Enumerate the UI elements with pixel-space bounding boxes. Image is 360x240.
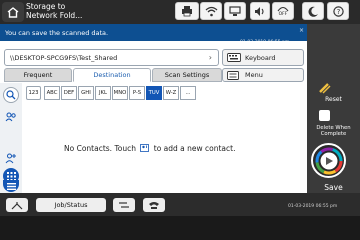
letter-tab-ghi[interactable]: GHI <box>78 86 94 100</box>
fax-icon <box>119 201 129 208</box>
letter-tab-def[interactable]: DEF <box>61 86 77 100</box>
home-button[interactable] <box>2 2 24 22</box>
help-icon: ? <box>332 5 344 17</box>
register-contact-icon <box>140 144 150 152</box>
volume-button[interactable] <box>250 2 270 20</box>
keyboard-label: Keyboard <box>245 53 276 62</box>
notice-message: You can save the scanned data. <box>5 29 109 37</box>
sleep-icon <box>308 6 318 17</box>
sleep-button[interactable] <box>302 2 324 20</box>
screen-title: Storage to Network Fold... <box>26 2 146 20</box>
letter-tab-more[interactable]: ... <box>180 86 196 100</box>
search-button[interactable] <box>3 87 19 103</box>
letter-tab-mno[interactable]: MNO <box>112 86 128 100</box>
search-icon <box>6 90 16 100</box>
empty-message-after: to add a new contact. <box>153 144 236 153</box>
printer-status-button[interactable] <box>175 2 199 20</box>
tab-scan-settings[interactable]: Scan Settings <box>152 68 222 82</box>
register-contact-button[interactable] <box>3 150 19 166</box>
phone-icon <box>149 201 159 209</box>
svg-text:?: ? <box>336 8 340 16</box>
tab-frequent[interactable]: Frequent <box>4 68 72 82</box>
reset-label[interactable]: Reset <box>307 96 360 103</box>
tab-bar: Frequent Destination Scan Settings <box>4 68 223 82</box>
screen-title-line1: Storage to <box>26 2 66 11</box>
notice-close-icon[interactable]: × <box>299 27 304 34</box>
letter-index: 123 ABC DEF GHI JKL MNO P-S TUV W-Z ... <box>26 86 197 100</box>
job-status-button[interactable]: Job/Status <box>36 198 106 212</box>
letter-tab-123[interactable]: 123 <box>26 86 41 100</box>
contact-group-icon <box>5 112 16 122</box>
empty-message-before: No Contacts. Touch <box>64 144 136 153</box>
destination-path-field[interactable]: \\DESKTOP-SPCG9FS\Test_Shared › <box>4 49 219 66</box>
save-button[interactable] <box>311 143 346 178</box>
dwc-line2: Complete <box>320 131 347 138</box>
letter-tab-w-z[interactable]: W-Z <box>163 86 179 100</box>
printer-icon <box>182 6 192 17</box>
register-contact-icon <box>5 153 16 163</box>
help-button[interactable]: ? <box>327 2 349 20</box>
network-button[interactable] <box>224 2 246 20</box>
chevron-right-icon: › <box>208 53 212 62</box>
keyboard-icon <box>227 53 241 62</box>
network-connection-icon <box>11 201 23 209</box>
delete-when-complete-label: Delete When Complete <box>307 125 360 138</box>
letter-tab-p-s[interactable]: P-S <box>129 86 145 100</box>
delete-when-complete-checkbox[interactable] <box>319 110 330 121</box>
letter-tab-abc[interactable]: ABC <box>44 86 60 100</box>
eco-off-label: OFF <box>278 11 288 17</box>
empty-contacts-message: No Contacts. Touch to add a new contact. <box>64 144 235 153</box>
eco-button[interactable]: OFF <box>272 2 294 20</box>
datetime-bottom: 01-03-2019 06:55 pm <box>288 204 338 209</box>
wifi-icon <box>205 6 217 16</box>
phone-button[interactable] <box>143 198 165 212</box>
home-icon <box>7 6 19 18</box>
contact-group-button[interactable] <box>3 109 19 125</box>
volume-icon <box>255 6 264 16</box>
wifi-status-button[interactable] <box>200 2 222 20</box>
screen-title-line2: Network Fold... <box>26 11 83 20</box>
network-icon <box>229 5 241 16</box>
fax-button[interactable] <box>113 198 135 212</box>
letter-tab-jkl[interactable]: JKL <box>95 86 111 100</box>
letter-tab-tuv[interactable]: TUV <box>146 86 162 100</box>
save-label: Save <box>324 183 343 192</box>
tab-destination[interactable]: Destination <box>73 68 151 82</box>
notice-bar: You can save the scanned data. × <box>0 24 307 41</box>
list-view-icon <box>6 182 16 190</box>
keyboard-button[interactable]: Keyboard <box>222 49 304 66</box>
menu-button[interactable]: Menu <box>222 68 304 82</box>
save-start-icon <box>315 147 342 174</box>
reset-icon[interactable] <box>318 82 332 94</box>
destination-path-value: \\DESKTOP-SPCG9FS\Test_Shared <box>10 54 118 62</box>
network-connection-button[interactable] <box>6 198 28 212</box>
menu-icon <box>227 70 239 80</box>
menu-label: Menu <box>245 71 263 79</box>
